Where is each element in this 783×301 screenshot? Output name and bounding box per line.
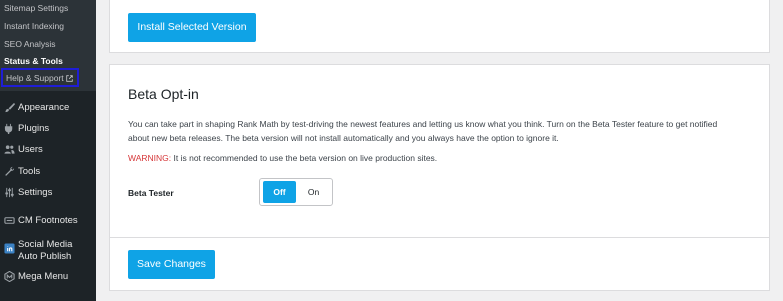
submenu-item-seo-analysis[interactable]: SEO Analysis xyxy=(4,39,56,49)
warning-text: It is not recommended to use the beta ve… xyxy=(173,153,438,163)
paintbrush-icon xyxy=(5,102,15,113)
menu-item-users[interactable]: Users xyxy=(0,141,96,161)
menu-item-appearance[interactable]: Appearance xyxy=(0,99,96,119)
wrench-icon xyxy=(5,166,15,176)
menu-label-plugins: Plugins xyxy=(18,123,50,134)
menu-label-cm-footnotes: CM Footnotes xyxy=(18,215,78,226)
beta-optin-title: Beta Opt-in xyxy=(128,86,199,102)
menu-label-tools: Tools xyxy=(18,166,41,177)
menu-label-settings: Settings xyxy=(18,187,53,198)
submenu-item-instant-indexing[interactable]: Instant Indexing xyxy=(4,21,64,31)
social-media-icon xyxy=(4,243,15,254)
users-icon xyxy=(4,145,15,154)
rank-math-submenu: Sitemap Settings Instant Indexing SEO An… xyxy=(0,0,96,91)
install-selected-version-button[interactable]: Install Selected Version xyxy=(128,13,256,42)
menu-label-appearance: Appearance xyxy=(18,102,70,113)
warning-label: WARNING: xyxy=(128,153,172,163)
beta-optin-description: You can take part in shaping Rank Math b… xyxy=(128,119,718,143)
beta-optin-card: Beta Opt-in You can take part in shaping… xyxy=(109,64,770,291)
menu-label-mega-menu: Mega Menu xyxy=(18,271,69,282)
menu-item-social-media-auto-publish[interactable]: Social Media Auto Publish xyxy=(0,239,96,266)
mega-menu-icon xyxy=(4,271,15,282)
admin-sidebar: Sitemap Settings Instant Indexing SEO An… xyxy=(0,0,96,301)
beta-tester-toggle[interactable]: Off On xyxy=(259,178,333,206)
toggle-on-option[interactable]: On xyxy=(297,181,330,203)
menu-label-users: Users xyxy=(18,144,43,155)
menu-item-plugins[interactable]: Plugins xyxy=(0,120,96,140)
settings-footer: Save Changes xyxy=(110,237,769,291)
cm-footnotes-icon xyxy=(4,217,15,224)
submenu-item-status-tools[interactable]: Status & Tools xyxy=(4,56,63,66)
beta-warning: WARNING: It is not recommended to use th… xyxy=(128,153,437,163)
external-link-icon xyxy=(65,75,73,82)
sliders-icon xyxy=(5,187,14,198)
menu-label-social-media-auto-publish: Social Media Auto Publish xyxy=(18,239,73,262)
version-control-card: Install Selected Version xyxy=(109,0,770,53)
help-support-text: Help & Support xyxy=(6,73,64,83)
plug-icon xyxy=(4,123,13,134)
menu-item-mega-menu[interactable]: Mega Menu xyxy=(0,268,96,288)
save-changes-button[interactable]: Save Changes xyxy=(128,250,215,279)
menu-item-tools[interactable]: Tools xyxy=(0,163,96,183)
menu-item-cm-footnotes[interactable]: CM Footnotes xyxy=(0,212,96,232)
submenu-item-sitemap-settings[interactable]: Sitemap Settings xyxy=(4,3,68,13)
menu-item-settings[interactable]: Settings xyxy=(0,184,96,204)
help-support-label: Help & Support xyxy=(6,73,73,83)
beta-tester-label: Beta Tester xyxy=(128,188,174,198)
submenu-item-help-support[interactable]: Help & Support xyxy=(1,68,79,87)
toggle-off-option[interactable]: Off xyxy=(263,181,296,203)
